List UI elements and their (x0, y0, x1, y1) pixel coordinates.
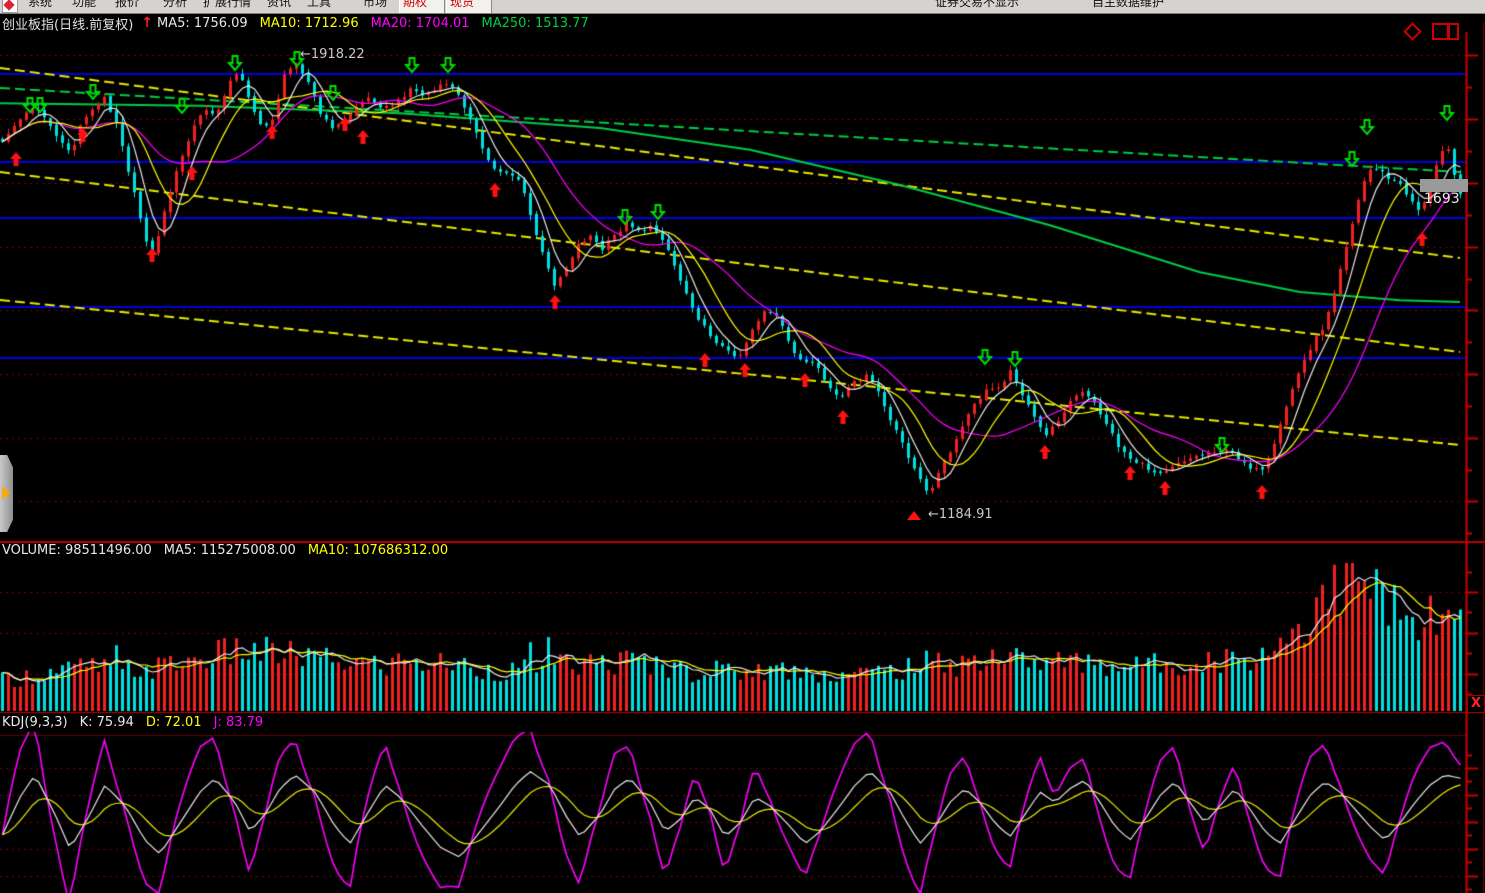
menu-item-system[interactable]: 系统 (28, 0, 52, 10)
volume-ma10-readout: MA10: 107686312.00 (308, 543, 448, 558)
menu-item-market[interactable]: 市场 (363, 0, 387, 10)
trading-terminal-window: 系统 功能 报价 分析 扩展行情 资讯 工具 市场 期权 现货 证券交易不显示 … (0, 0, 1485, 893)
close-indicator-button[interactable]: X (1467, 695, 1485, 713)
ma10-readout: MA10: 1712.96 (260, 16, 359, 31)
kdj-name: KDJ(9,3,3) (2, 715, 68, 730)
menu-right-text-2: 自主数据维护 (1092, 0, 1164, 10)
chart-window-controls (1398, 21, 1468, 41)
volume-ma5-readout: MA5: 115275008.00 (164, 543, 296, 558)
menu-right-text-1: 证券交易不显示 (935, 0, 1019, 10)
menu-item-quotes[interactable]: 报价 (115, 0, 139, 10)
menu-item-options[interactable]: 期权 (403, 0, 427, 10)
ma250-readout: MA250: 1513.77 (482, 16, 589, 31)
menu-item-function[interactable]: 功能 (72, 0, 96, 10)
chart-title: 创业板指(日线.前复权) (2, 14, 133, 33)
kdj-j-readout: J: 83.79 (214, 715, 264, 730)
menu-item-analysis[interactable]: 分析 (163, 0, 187, 10)
high-price-annotation: ←1918.22 (300, 47, 365, 62)
low-marker-triangle (907, 511, 921, 520)
kdj-k-readout: K: 75.94 (80, 715, 134, 730)
menu-item-news[interactable]: 资讯 (267, 0, 291, 10)
kdj-d-readout: D: 72.01 (146, 715, 202, 730)
kdj-header: KDJ(9,3,3) K: 75.94 D: 72.01 J: 83.79 (2, 715, 275, 730)
sidebar-slide-handle[interactable] (0, 455, 13, 532)
window-restore-icon[interactable] (1432, 23, 1449, 40)
menu-bar: 系统 功能 报价 分析 扩展行情 资讯 工具 市场 期权 现货 证券交易不显示 … (0, 0, 1485, 14)
menu-item-tools[interactable]: 工具 (307, 0, 331, 10)
chart-header: 创业板指(日线.前复权) ↑ MA5: 1756.09 MA10: 1712.9… (2, 14, 601, 32)
app-icon[interactable] (2, 0, 18, 13)
chart-canvas[interactable] (0, 0, 1485, 893)
volume-readout: VOLUME: 98511496.00 (2, 543, 152, 558)
window-restore-icon-pane (1448, 23, 1459, 40)
up-arrow-icon: ↑ (141, 15, 153, 31)
ma5-readout: MA5: 1756.09 (157, 16, 248, 31)
volume-header: VOLUME: 98511496.00 MA5: 115275008.00 MA… (2, 543, 460, 558)
diamond-icon[interactable] (1403, 22, 1421, 40)
ma20-readout: MA20: 1704.01 (371, 16, 470, 31)
last-price-text: 1693 (1424, 191, 1460, 207)
expand-arrow-icon (2, 486, 10, 500)
low-price-annotation: ←1184.91 (928, 507, 993, 522)
menu-item-spot[interactable]: 现货 (450, 0, 474, 10)
menu-item-extended-quotes[interactable]: 扩展行情 (203, 0, 251, 10)
